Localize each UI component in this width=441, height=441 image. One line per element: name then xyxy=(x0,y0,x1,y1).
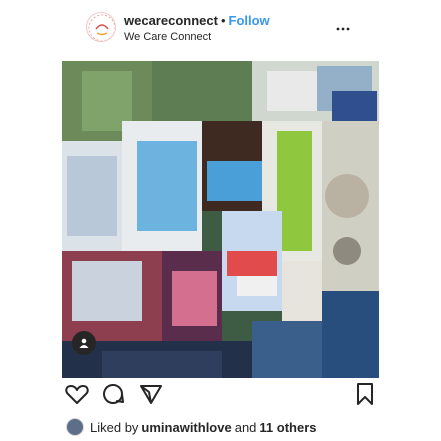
username-link[interactable]: wecareconnect xyxy=(124,13,218,28)
post-header: wecareconnect • Follow We Care Connect xyxy=(0,0,441,58)
likes-joiner: and xyxy=(234,419,257,435)
liker-avatar[interactable] xyxy=(66,418,84,436)
tagged-user-icon[interactable] xyxy=(72,331,96,355)
profile-avatar[interactable] xyxy=(86,12,116,42)
action-bar xyxy=(62,381,379,411)
location-label[interactable]: We Care Connect xyxy=(124,31,211,43)
share-icon[interactable] xyxy=(138,381,166,409)
follow-button[interactable]: Follow xyxy=(229,13,270,28)
separator-dot: • xyxy=(220,13,226,28)
comment-icon[interactable] xyxy=(100,381,128,409)
likes-summary: Liked by uminawithlove and 11 others xyxy=(66,418,320,436)
liked-by-label: Liked by xyxy=(90,419,139,435)
username-row: wecareconnect • Follow xyxy=(124,13,270,28)
heart-icon[interactable] xyxy=(64,381,92,409)
others-link[interactable]: 11 others xyxy=(259,420,316,435)
bookmark-icon[interactable] xyxy=(352,381,380,409)
liker-username-link[interactable]: uminawithlove xyxy=(141,420,231,435)
post-image[interactable] xyxy=(62,61,379,378)
logo-icon xyxy=(88,14,115,41)
more-horizontal-icon[interactable] xyxy=(336,18,350,36)
collage-image xyxy=(62,61,379,378)
